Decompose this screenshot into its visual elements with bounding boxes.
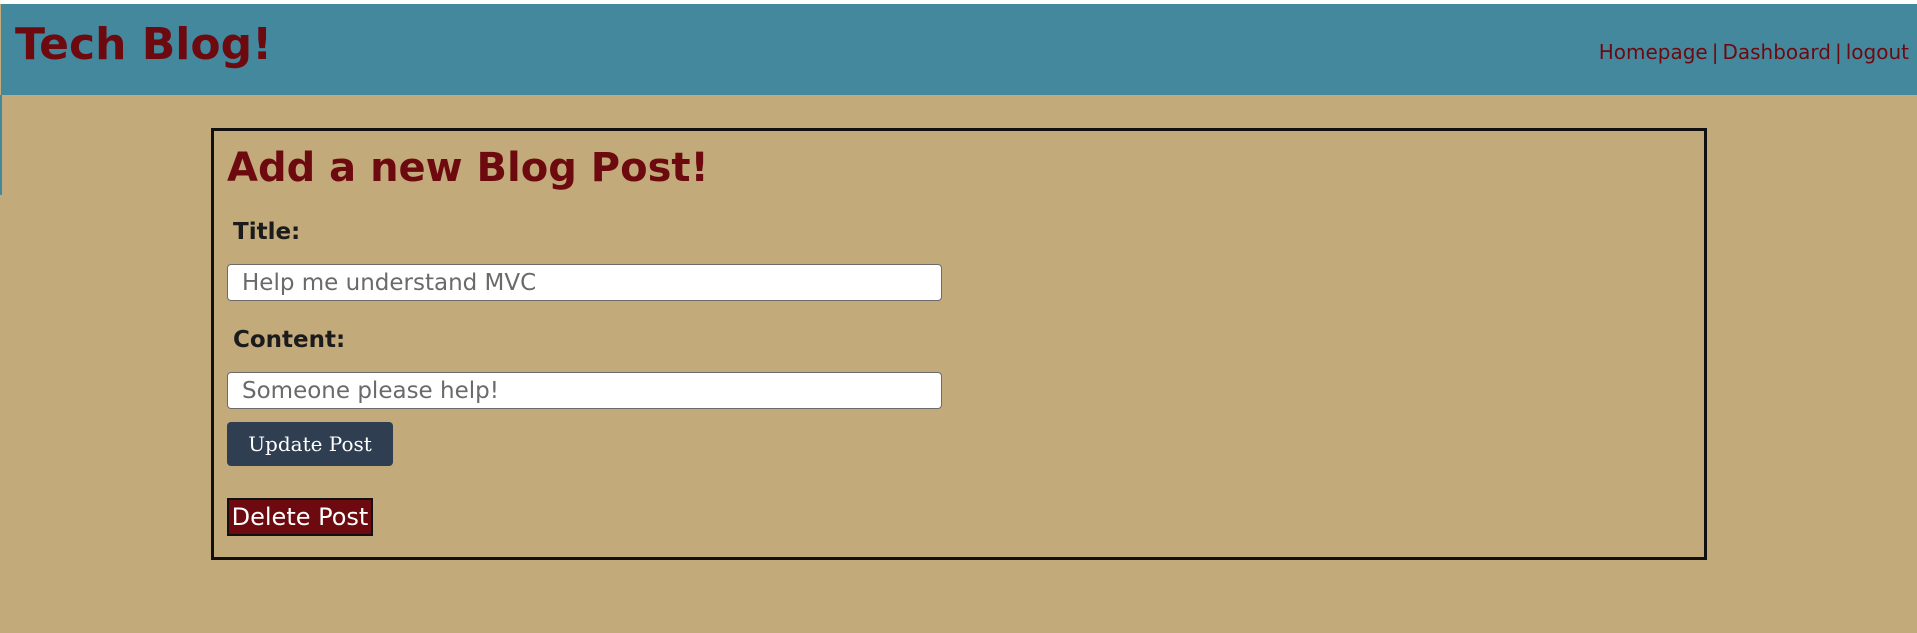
delete-post-button[interactable]: Delete Post bbox=[227, 498, 373, 536]
nav-separator: | bbox=[1711, 40, 1719, 64]
nav-dashboard-link[interactable]: Dashboard bbox=[1722, 40, 1831, 64]
new-post-form: Add a new Blog Post! Title: Content: Upd… bbox=[211, 128, 1707, 560]
content-input[interactable] bbox=[227, 372, 942, 409]
nav-separator: | bbox=[1835, 40, 1842, 64]
nav-logout-link[interactable]: logout bbox=[1846, 40, 1909, 64]
form-heading: Add a new Blog Post! bbox=[227, 145, 709, 191]
content-label: Content: bbox=[233, 327, 346, 353]
left-edge-marker bbox=[0, 95, 2, 195]
main-nav: Homepage | Dashboard | logout bbox=[1599, 40, 1909, 64]
site-title: Tech Blog! bbox=[15, 19, 273, 70]
title-label: Title: bbox=[233, 219, 301, 245]
site-header: Tech Blog! Homepage | Dashboard | logout bbox=[1, 4, 1917, 95]
update-post-button[interactable]: Update Post bbox=[227, 422, 393, 466]
title-input[interactable] bbox=[227, 264, 942, 301]
nav-homepage-link[interactable]: Homepage bbox=[1599, 40, 1708, 64]
